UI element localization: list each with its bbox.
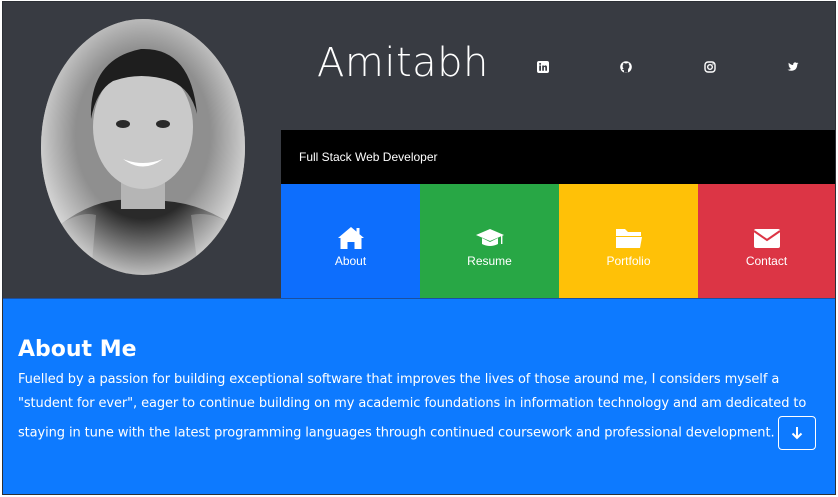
nav-tile-contact[interactable]: Contact — [698, 184, 835, 298]
home-icon — [337, 227, 364, 249]
graduation-cap-icon — [475, 229, 504, 246]
profile-name: Amitabh — [317, 40, 489, 86]
instagram-link[interactable] — [699, 56, 721, 78]
nav-tile-portfolio[interactable]: Portfolio — [559, 184, 698, 298]
nav-tile-resume[interactable]: Resume — [420, 184, 559, 298]
nav-tile-label: Portfolio — [606, 254, 651, 268]
about-title: About Me — [18, 337, 137, 362]
github-icon — [620, 61, 632, 73]
profile-photo — [41, 19, 245, 275]
about-body: Fuelled by a passion for building except… — [18, 372, 807, 441]
instagram-icon — [704, 61, 716, 73]
nav-tile-about[interactable]: About — [281, 184, 420, 298]
github-link[interactable] — [615, 56, 637, 78]
envelope-icon — [752, 229, 781, 248]
nav-tile-label: Resume — [467, 254, 512, 268]
folder-icon — [615, 229, 642, 248]
scroll-down-button[interactable] — [778, 416, 817, 450]
about-text: Fuelled by a passion for building except… — [18, 368, 821, 450]
arrow-down-icon — [792, 427, 803, 440]
about-section: About Me Fuelled by a passion for buildi… — [3, 298, 835, 494]
nav-tile-label: About — [334, 254, 367, 268]
linkedin-icon — [537, 61, 549, 73]
twitter-icon — [787, 62, 799, 71]
tagline: Full Stack Web Developer — [281, 130, 835, 184]
page-frame: Amitabh Full Stack Web Developer About R… — [2, 1, 836, 495]
linkedin-link[interactable] — [532, 56, 554, 78]
nav-tiles: About Resume Portfolio Contact — [281, 184, 835, 298]
nav-tile-label: Contact — [745, 254, 788, 268]
profile-header: Amitabh Full Stack Web Developer About R… — [3, 2, 835, 298]
twitter-link[interactable] — [782, 56, 804, 78]
